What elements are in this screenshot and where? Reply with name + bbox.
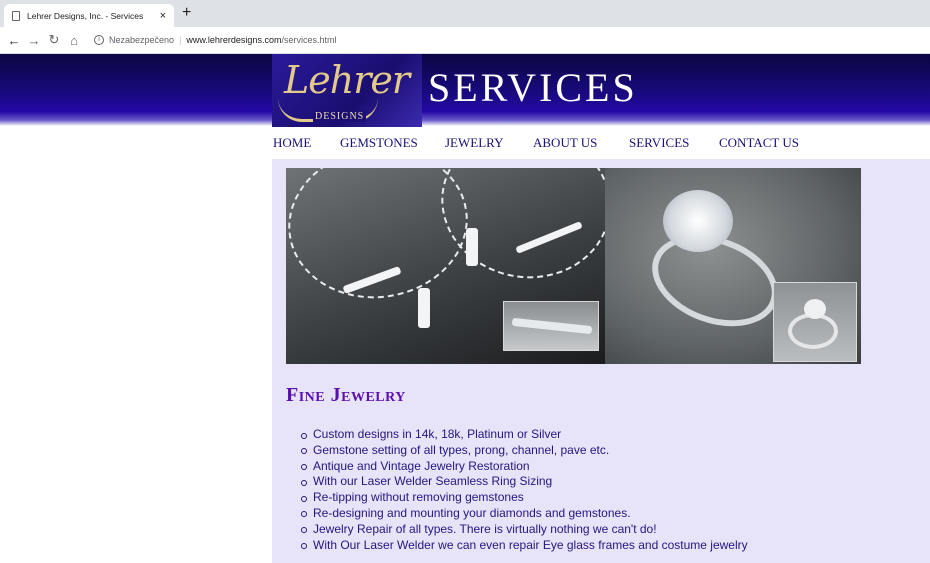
page-icon bbox=[12, 10, 20, 21]
list-item: Custom designs in 14k, 18k, Platinum or … bbox=[286, 427, 748, 443]
nav-home[interactable]: HOME bbox=[273, 135, 340, 151]
section-heading: Fine Jewelry bbox=[286, 384, 406, 406]
tab-title: Lehrer Designs, Inc. - Services bbox=[27, 10, 144, 21]
watch-inset-photo bbox=[503, 301, 599, 351]
nav-contact-us[interactable]: CONTACT US bbox=[719, 135, 799, 151]
list-item: Antique and Vintage Jewelry Restoration bbox=[286, 459, 748, 475]
logo-subtitle: DESIGNS bbox=[313, 111, 367, 122]
address-separator: | bbox=[179, 35, 182, 45]
browser-tab[interactable]: Lehrer Designs, Inc. - Services × bbox=[4, 4, 174, 27]
logo-script: Lehrer bbox=[284, 58, 410, 102]
list-item: Re-tipping without removing gemstones bbox=[286, 490, 748, 506]
services-list: Custom designs in 14k, 18k, Platinum or … bbox=[286, 427, 748, 553]
security-label: Nezabezpečeno bbox=[109, 35, 175, 45]
hero-image bbox=[286, 168, 861, 364]
list-item: With Our Laser Welder we can even repair… bbox=[286, 538, 748, 554]
web-page: Lehrer DESIGNS SERVICES HOME GEMSTONES J… bbox=[0, 54, 930, 563]
nav-about-us[interactable]: ABOUT US bbox=[533, 135, 629, 151]
list-item: Jewelry Repair of all types. There is vi… bbox=[286, 522, 748, 538]
necklace-photo bbox=[286, 168, 605, 364]
url-host: www.lehrerdesigns.com bbox=[186, 35, 282, 45]
list-item: Re-designing and mounting your diamonds … bbox=[286, 506, 748, 522]
back-icon[interactable]: ← bbox=[4, 33, 24, 48]
pendant-drop bbox=[418, 288, 430, 328]
ring-photo bbox=[605, 168, 861, 364]
ring-diamond bbox=[663, 190, 733, 252]
close-icon[interactable]: × bbox=[160, 10, 166, 22]
necklace-chain bbox=[429, 168, 605, 292]
url-path: /services.html bbox=[281, 35, 337, 45]
list-item: With our Laser Welder Seamless Ring Sizi… bbox=[286, 474, 748, 490]
nav-gemstones[interactable]: GEMSTONES bbox=[340, 135, 445, 151]
pendant-drop bbox=[466, 228, 478, 266]
forward-icon[interactable]: → bbox=[24, 33, 44, 48]
info-icon[interactable]: i bbox=[94, 35, 104, 45]
nav-services[interactable]: SERVICES bbox=[629, 135, 719, 151]
browser-tabstrip: Lehrer Designs, Inc. - Services × + bbox=[0, 0, 930, 27]
main-nav: HOME GEMSTONES JEWELRY ABOUT US SERVICES… bbox=[273, 135, 799, 151]
logo[interactable]: Lehrer DESIGNS bbox=[272, 54, 422, 127]
ring-inset-photo bbox=[773, 282, 857, 362]
content-panel: Fine Jewelry Custom designs in 14k, 18k,… bbox=[272, 159, 930, 563]
page-title: SERVICES bbox=[428, 65, 638, 110]
address-bar[interactable]: i Nezabezpečeno | www.lehrerdesigns.com /… bbox=[94, 35, 336, 45]
plus-icon[interactable]: + bbox=[182, 4, 191, 22]
list-item: Gemstone setting of all types, prong, ch… bbox=[286, 443, 748, 459]
reload-icon[interactable]: ↻ bbox=[44, 32, 64, 48]
nav-jewelry[interactable]: JEWELRY bbox=[445, 135, 533, 151]
browser-toolbar: ← → ↻ ⌂ i Nezabezpečeno | www.lehrerdesi… bbox=[0, 27, 930, 54]
home-icon[interactable]: ⌂ bbox=[64, 33, 84, 48]
